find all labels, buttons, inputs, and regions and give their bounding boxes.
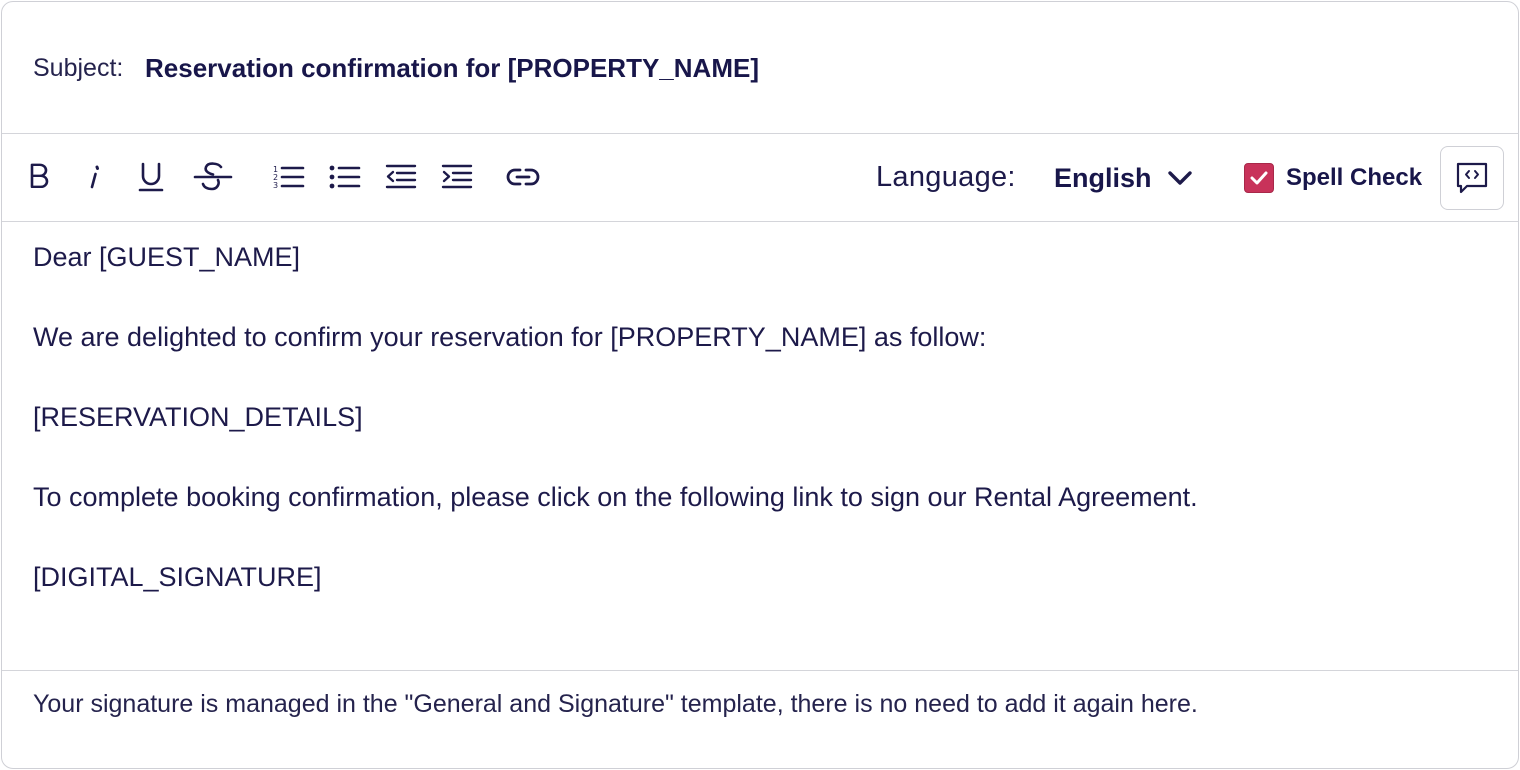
ordered-list-icon: 1 2 3 <box>273 165 305 190</box>
outdent-icon <box>385 164 417 189</box>
subject-input[interactable]: Reservation confirmation for [PROPERTY_N… <box>145 53 759 84</box>
outdent-button[interactable] <box>379 154 423 200</box>
strikethrough-icon <box>193 162 233 191</box>
spell-check-checkbox[interactable] <box>1244 163 1274 193</box>
language-value: English <box>1054 162 1152 193</box>
checkmark-icon <box>1250 171 1268 185</box>
bullet-list-icon <box>329 165 361 189</box>
language-select[interactable]: English <box>1054 156 1204 200</box>
body-paragraph-instruction: To complete booking confirmation, please… <box>33 482 1198 512</box>
code-view-icon <box>1456 162 1488 194</box>
bold-button[interactable] <box>17 154 61 200</box>
spell-check-label: Spell Check <box>1286 164 1423 191</box>
indent-icon <box>441 164 473 189</box>
signature-note: Your signature is managed in the "Genera… <box>33 690 1198 718</box>
view-source-button[interactable] <box>1440 146 1504 210</box>
svg-text:3: 3 <box>273 181 278 190</box>
link-icon <box>506 168 540 186</box>
body-paragraph-details: [RESERVATION_DETAILS] <box>33 402 363 432</box>
body-paragraph-greeting: Dear [GUEST_NAME] <box>33 242 301 272</box>
bullet-list-button[interactable] <box>323 154 367 200</box>
message-body-editor[interactable]: Dear [GUEST_NAME] We are delighted to co… <box>2 222 1518 671</box>
subject-label: Subject: <box>33 54 124 82</box>
italic-button[interactable] <box>73 154 117 200</box>
bold-icon <box>30 163 49 189</box>
link-button[interactable] <box>501 154 545 200</box>
strikethrough-button[interactable] <box>191 154 235 200</box>
spell-check-toggle[interactable]: Spell Check <box>1244 162 1422 194</box>
body-paragraph-signature: [DIGITAL_SIGNATURE] <box>33 562 322 592</box>
body-paragraph-intro: We are delighted to confirm your reserva… <box>33 322 987 352</box>
subject-row: Subject: Reservation confirmation for [P… <box>2 2 1518 134</box>
indent-button[interactable] <box>435 154 479 200</box>
email-template-editor: Subject: Reservation confirmation for [P… <box>1 1 1519 769</box>
formatting-toolbar: 1 2 3 Language: English Spell Check <box>2 134 1518 222</box>
language-label: Language: <box>876 161 1016 193</box>
italic-icon <box>90 165 99 189</box>
chevron-down-icon <box>1168 171 1192 185</box>
underline-button[interactable] <box>129 154 173 200</box>
ordered-list-button[interactable]: 1 2 3 <box>267 154 311 200</box>
underline-icon <box>138 162 164 192</box>
